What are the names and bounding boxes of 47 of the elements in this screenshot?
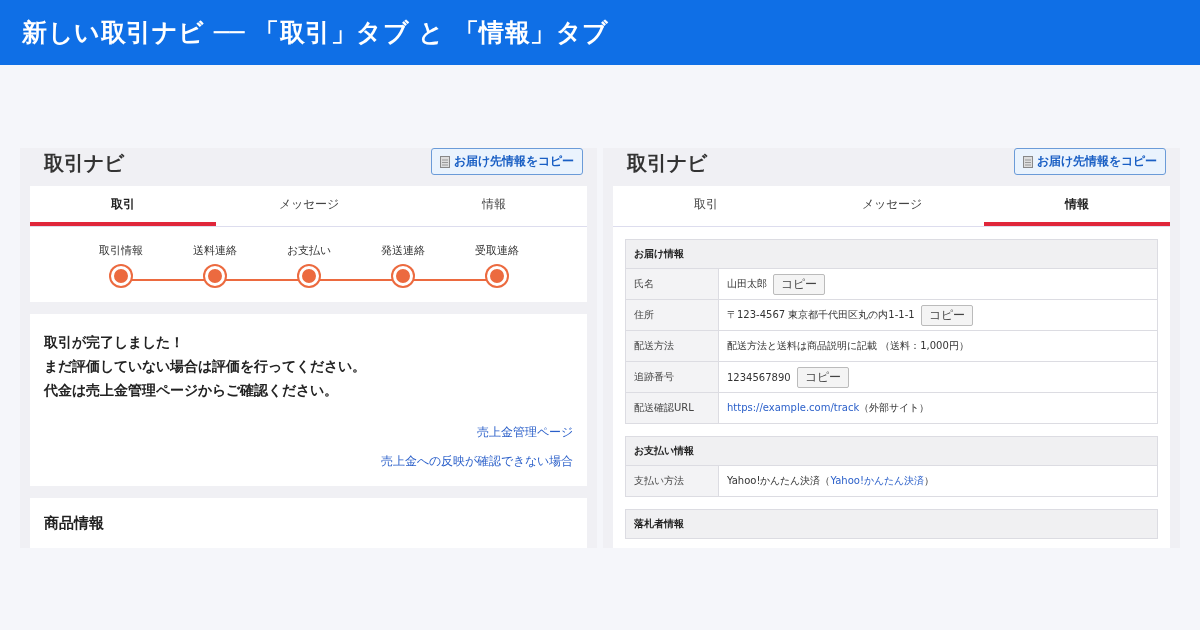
tab[interactable]: 取引 bbox=[613, 186, 799, 226]
document-icon bbox=[440, 155, 450, 168]
cell-text: 〒123-4567 東京都千代田区丸の内1-1-1 bbox=[727, 308, 915, 322]
step-label: 送料連絡 bbox=[192, 243, 237, 258]
tab[interactable]: 情報 bbox=[984, 186, 1170, 226]
link[interactable]: 売上金管理ページ bbox=[477, 424, 573, 441]
banner-title: 新しい取引ナビ ── 「取引」タブ と 「情報」タブ bbox=[22, 17, 609, 49]
row-label: 配送確認URL bbox=[626, 393, 719, 423]
step-label: 発送連絡 bbox=[380, 243, 425, 258]
copy-button[interactable]: コピー bbox=[773, 273, 825, 295]
row-label: 追跡番号 bbox=[626, 362, 719, 392]
step-label: 取引情報 bbox=[98, 243, 143, 258]
table-header: お届け情報 bbox=[626, 240, 1157, 268]
row-label: 住所 bbox=[626, 300, 719, 330]
step-label: お支払い bbox=[286, 243, 331, 258]
link[interactable]: https://example.com/track bbox=[727, 402, 860, 413]
row-label: 氏名 bbox=[626, 269, 719, 299]
page-title: 取引ナビ bbox=[627, 150, 707, 177]
cell-text: 1234567890 bbox=[727, 371, 791, 383]
cell-text: 配送方法と送料は商品説明に記載 （送料：1,000円） bbox=[727, 339, 969, 353]
link[interactable]: 売上金への反映が確認できない場合 bbox=[381, 453, 573, 470]
link[interactable]: Yahoo!かんたん決済 bbox=[830, 475, 924, 486]
copy-button[interactable]: コピー bbox=[796, 366, 849, 388]
copy-button[interactable]: コピー bbox=[920, 304, 973, 326]
step-dot bbox=[486, 266, 507, 286]
copy-address-button[interactable]: お届け先情報をコピー bbox=[431, 148, 583, 175]
tab[interactable]: 情報 bbox=[401, 186, 587, 226]
copy-address-button[interactable]: お届け先情報をコピー bbox=[1014, 148, 1166, 175]
page-title: 取引ナビ bbox=[44, 150, 124, 177]
completion-message: 取引が完了しました！ まだ評価していない場合は評価を行ってください。 代金は売上金管理ページからご確認ください。 bbox=[44, 333, 367, 400]
cell-text: 山田太郎 bbox=[727, 277, 767, 291]
tab[interactable]: メッセージ bbox=[215, 186, 402, 226]
step-label: 受取連絡 bbox=[474, 243, 519, 258]
step-dot bbox=[204, 266, 225, 286]
row-label: 配送方法 bbox=[626, 331, 719, 361]
table-header: 落札者情報 bbox=[626, 510, 1157, 538]
step-dot bbox=[110, 266, 131, 286]
table-header: お支払い情報 bbox=[626, 437, 1157, 465]
cell-text: Yahoo!かんたん決済（Yahoo!かんたん決済） bbox=[727, 474, 934, 488]
step-dot bbox=[298, 266, 319, 286]
row-label: 支払い方法 bbox=[626, 466, 719, 496]
step-dot bbox=[392, 266, 413, 286]
cell-text: https://example.com/track（外部サイト） bbox=[727, 401, 930, 415]
section-title: 商品情報 bbox=[44, 514, 105, 533]
tab[interactable]: メッセージ bbox=[798, 186, 985, 226]
document-icon bbox=[1023, 155, 1033, 168]
tab[interactable]: 取引 bbox=[30, 186, 216, 226]
